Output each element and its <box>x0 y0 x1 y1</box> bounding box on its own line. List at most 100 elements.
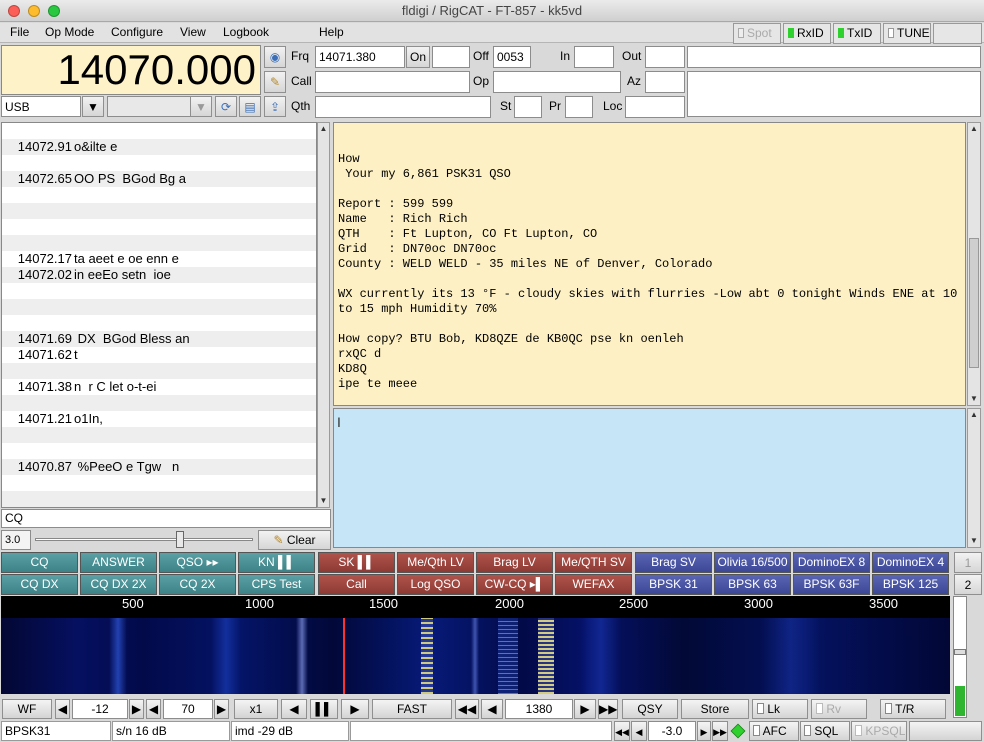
waterfall-scale[interactable]: 500 1000 1500 2000 2500 3000 3500 <box>1 596 950 618</box>
macro-set-2-button[interactable]: 2 <box>954 574 982 595</box>
rst-out-field[interactable] <box>645 46 685 68</box>
minimize-window-button[interactable] <box>28 5 40 17</box>
macro-button[interactable]: Brag LV <box>476 552 553 573</box>
macro-set-1-button[interactable]: 1 <box>954 552 982 573</box>
afc-up-button[interactable]: ▶ <box>697 721 711 741</box>
macro-button[interactable]: CQ 2X <box>159 574 236 595</box>
range-up-button[interactable]: ▶ <box>214 699 229 719</box>
rst-in-field[interactable] <box>574 46 614 68</box>
macro-button[interactable]: Me/Qth LV <box>397 552 474 573</box>
carrier-down-button[interactable]: ◀ <box>481 699 503 719</box>
scroll-left-button[interactable]: ◀ <box>281 699 307 719</box>
macro-button[interactable]: SK ▌▌ <box>318 552 395 573</box>
list-item[interactable] <box>2 427 316 443</box>
on-field[interactable] <box>432 46 470 68</box>
status-spare-button[interactable] <box>909 721 982 741</box>
tr-toggle[interactable]: T/R <box>880 699 946 719</box>
scroll-down-icon[interactable]: ▼ <box>968 535 980 547</box>
list-item[interactable] <box>2 235 316 251</box>
macro-button[interactable]: Brag SV <box>635 552 712 573</box>
notes-field-top[interactable] <box>687 46 981 68</box>
scroll-right-button[interactable]: ▶ <box>341 699 369 719</box>
macro-button[interactable]: BPSK 63 <box>714 574 791 595</box>
list-item[interactable]: 14072.65 OO PS BGod Bg a <box>2 171 316 187</box>
on-button[interactable]: On <box>406 46 430 68</box>
op-field[interactable] <box>493 71 621 93</box>
signal-level-handle[interactable] <box>954 649 966 655</box>
signal-browser[interactable]: 14072.91 o&ilte e 14072.65 OO PS BGod Bg a 1… <box>1 122 317 508</box>
ref-up-button[interactable]: ▶ <box>129 699 144 719</box>
kpsql-toggle[interactable]: KPSQL <box>851 721 907 741</box>
reverse-toggle[interactable]: Rv <box>811 699 867 719</box>
carrier-up-button[interactable]: ▶ <box>574 699 596 719</box>
ref-down-button[interactable]: ◀ <box>55 699 70 719</box>
mode-select[interactable]: USB <box>1 96 81 117</box>
list-item[interactable]: 14071.69 DX BGod Bless an <box>2 331 316 347</box>
squelch-slider-thumb[interactable] <box>176 531 184 548</box>
frq-field[interactable]: 14071.380 <box>315 46 405 68</box>
macro-button[interactable]: DominoEX 4 <box>872 552 949 573</box>
macro-button[interactable]: BPSK 31 <box>635 574 712 595</box>
carrier-frequency-value[interactable]: 1380 <box>505 699 573 719</box>
store-button[interactable]: Store <box>681 699 749 719</box>
macro-button[interactable]: BPSK 125 <box>872 574 949 595</box>
save-freq-button[interactable]: ⇪ <box>264 96 286 117</box>
freq-list-button[interactable]: ▤ <box>239 96 261 117</box>
menu-file[interactable]: File <box>10 25 29 39</box>
list-item[interactable] <box>2 315 316 331</box>
menu-view[interactable]: View <box>180 25 206 39</box>
macro-button[interactable]: Olivia 16/500 <box>714 552 791 573</box>
close-window-button[interactable] <box>8 5 20 17</box>
list-item[interactable]: 14071.38 n r C let o-t-ei <box>2 379 316 395</box>
list-item[interactable] <box>2 187 316 203</box>
scroll-up-icon[interactable]: ▲ <box>968 123 980 135</box>
macro-button[interactable]: BPSK 63F <box>793 574 870 595</box>
zoom-window-button[interactable] <box>48 5 60 17</box>
mode-dropdown-button[interactable]: ▼ <box>82 96 104 117</box>
menu-help[interactable]: Help <box>319 25 344 39</box>
rx-scrollbar[interactable]: ▲ ▼ <box>967 122 981 406</box>
scroll-down-icon[interactable]: ▼ <box>318 495 329 507</box>
menu-configure[interactable]: Configure <box>111 25 163 39</box>
wf-mode-button[interactable]: WF <box>2 699 52 719</box>
carrier-fast-down-button[interactable]: ◀◀ <box>455 699 479 719</box>
speed-button[interactable]: FAST <box>372 699 452 719</box>
afc-down-button[interactable]: ◀ <box>631 721 647 741</box>
list-item[interactable]: 14072.17 ta aeet e oe enn e <box>2 251 316 267</box>
afc-toggle[interactable]: AFC <box>749 721 799 741</box>
bandwidth-select[interactable] <box>107 96 197 117</box>
macro-button[interactable]: CW-CQ ▸▌ <box>476 574 553 595</box>
macro-button[interactable]: ANSWER <box>80 552 157 573</box>
scroll-up-icon[interactable]: ▲ <box>318 123 329 135</box>
menu-op-mode[interactable]: Op Mode <box>45 25 94 39</box>
rxid-toggle[interactable]: RxID <box>783 23 831 44</box>
tune-toggle[interactable]: TUNE <box>883 23 931 44</box>
refresh-button[interactable]: ⟳ <box>215 96 237 117</box>
macro-button[interactable]: Log QSO <box>397 574 474 595</box>
clear-log-button[interactable]: ✎ <box>264 71 286 93</box>
az-field[interactable] <box>645 71 685 93</box>
list-item[interactable]: 14072.91 o&ilte e <box>2 139 316 155</box>
province-field[interactable] <box>565 96 593 118</box>
afc-fast-up-button[interactable]: ▶▶ <box>712 721 728 741</box>
transmit-text-pane[interactable]: I <box>333 408 966 548</box>
range-value[interactable]: 70 <box>163 699 213 719</box>
list-item[interactable] <box>2 395 316 411</box>
list-item[interactable] <box>2 155 316 171</box>
list-item[interactable] <box>2 299 316 315</box>
notes-field[interactable] <box>687 71 981 117</box>
macro-button[interactable]: CQ <box>1 552 78 573</box>
macro-button[interactable]: WEFAX <box>555 574 632 595</box>
state-field[interactable] <box>514 96 542 118</box>
mode-status[interactable]: BPSK31 <box>1 721 111 741</box>
scroll-up-icon[interactable]: ▲ <box>968 409 980 421</box>
qrz-lookup-button[interactable]: ◉ <box>264 46 286 68</box>
list-item[interactable]: 14071.21 o1In, <box>2 411 316 427</box>
list-item[interactable]: 14072.02 in eeEo setn ioe <box>2 267 316 283</box>
scroll-down-icon[interactable]: ▼ <box>968 393 980 405</box>
macro-button[interactable]: KN ▌▌ <box>238 552 315 573</box>
list-item[interactable] <box>2 219 316 235</box>
zoom-button[interactable]: x1 <box>234 699 278 719</box>
afc-offset-value[interactable]: -3.0 <box>648 721 696 741</box>
waterfall-display[interactable] <box>1 618 950 694</box>
